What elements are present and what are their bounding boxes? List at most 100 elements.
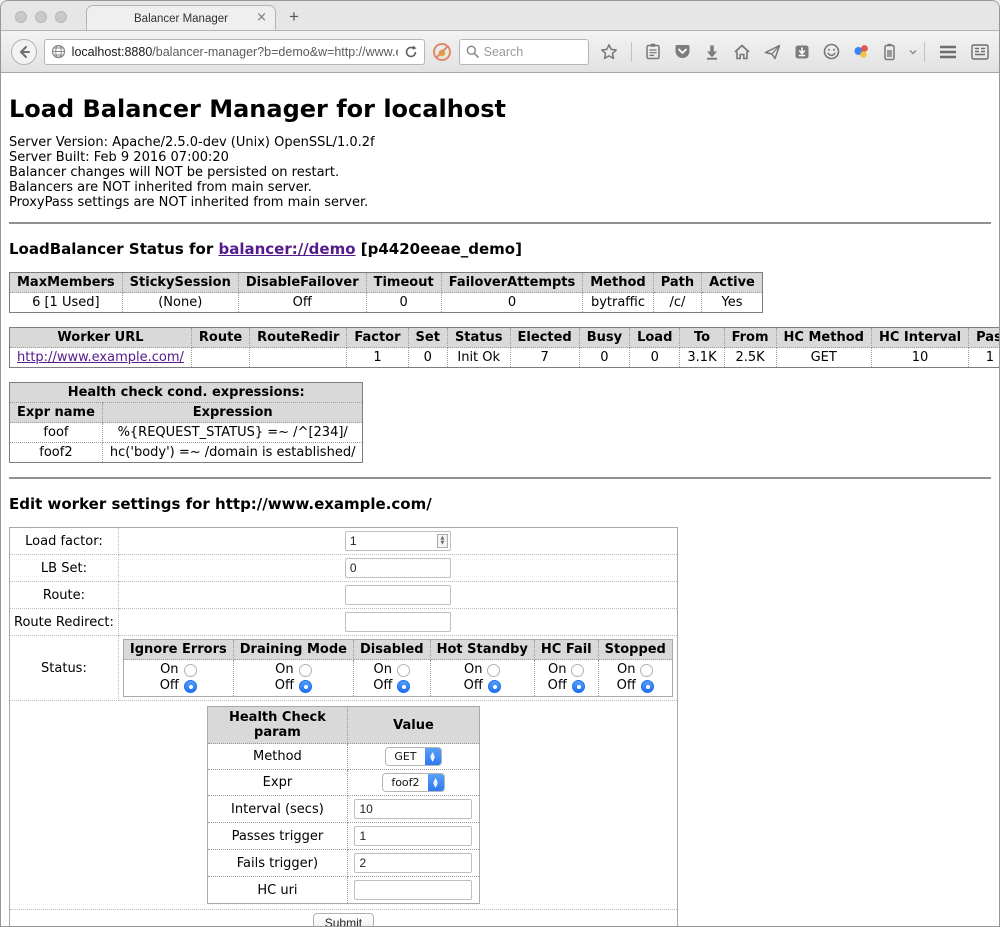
window-controls[interactable] xyxy=(15,11,67,23)
worker-url-link[interactable]: http://www.example.com/ xyxy=(17,350,184,365)
send-icon xyxy=(764,44,781,60)
pocket-button[interactable] xyxy=(674,44,691,60)
tiles-button[interactable] xyxy=(971,44,989,60)
stopped-off-radio[interactable] xyxy=(641,680,654,693)
column-header: DisableFailover xyxy=(238,273,366,293)
edit-worker-heading: Edit worker settings for http://www.exam… xyxy=(9,495,991,513)
page-content: Load Balancer Manager for localhost Serv… xyxy=(1,73,999,926)
column-header: Disabled xyxy=(353,640,430,660)
ignore-errors-off-radio[interactable] xyxy=(184,680,197,693)
hc-expressions-title: Health check cond. expressions: xyxy=(10,383,363,403)
ignore-errors-on-radio[interactable] xyxy=(184,664,197,677)
hc-expressions-table: Health check cond. expressions: Expr nam… xyxy=(9,382,363,463)
cell: 1 xyxy=(347,348,408,368)
route-redirect-input[interactable] xyxy=(345,612,451,632)
form-row-lb-set: LB Set: xyxy=(10,555,678,582)
share-button[interactable] xyxy=(764,44,781,60)
column-header: Hot Standby xyxy=(430,640,534,660)
feedback-button[interactable] xyxy=(823,43,840,60)
home-button[interactable] xyxy=(733,44,751,60)
hot-standby-off-radio[interactable] xyxy=(488,680,501,693)
back-button[interactable] xyxy=(11,39,37,65)
close-window-icon[interactable] xyxy=(15,11,27,23)
reload-icon xyxy=(404,45,418,59)
tab-close-icon[interactable]: × xyxy=(256,10,267,26)
reload-button[interactable] xyxy=(404,45,418,59)
table-row: foof %{REQUEST_STATUS} =~ /^[234]/ xyxy=(10,423,363,443)
url-bar[interactable]: localhost:8880/balancer-manager?b=demo&w… xyxy=(44,39,425,65)
menu-icon xyxy=(939,45,957,59)
save-panel-button[interactable] xyxy=(794,44,810,60)
column-header: Timeout xyxy=(366,273,441,293)
column-header: Set xyxy=(408,328,447,348)
addon-button[interactable] xyxy=(853,43,870,60)
battery-panel-button[interactable] xyxy=(883,43,896,61)
passes-trigger-label: Passes trigger xyxy=(207,823,347,850)
expr-select[interactable]: foof2▲▼ xyxy=(382,773,444,792)
hc-fail-on-radio[interactable] xyxy=(571,664,584,677)
table-row: Passes trigger xyxy=(207,823,479,850)
edit-worker-form: Load factor: ▲▼ LB Set: Route: Route Red… xyxy=(9,527,678,926)
worker-url-cell: http://www.example.com/ xyxy=(10,348,192,368)
hc-fail-off-radio[interactable] xyxy=(572,680,585,693)
number-stepper-icon[interactable]: ▲▼ xyxy=(437,534,448,548)
hc-uri-label: HC uri xyxy=(207,877,347,904)
minimize-window-icon[interactable] xyxy=(35,11,47,23)
interval-input[interactable] xyxy=(354,799,472,819)
fails-trigger-input[interactable] xyxy=(354,853,472,873)
cell: (None) xyxy=(122,293,238,313)
column-header: Health Check param xyxy=(207,707,347,744)
stopped-on-radio[interactable] xyxy=(640,664,653,677)
hc-uri-input[interactable] xyxy=(354,880,472,900)
disabled-off-radio[interactable] xyxy=(397,680,410,693)
select-arrows-icon: ▲▼ xyxy=(425,747,441,766)
column-header: Stopped xyxy=(598,640,672,660)
cell: 3.1K xyxy=(680,348,724,368)
form-row-route-redirect: Route Redirect: xyxy=(10,609,678,636)
toolbar-icons xyxy=(600,42,917,62)
tab-balancer-manager[interactable]: Balancer Manager × xyxy=(86,5,276,31)
column-header: Route xyxy=(191,328,249,348)
zoom-window-icon[interactable] xyxy=(55,11,67,23)
url-text[interactable]: localhost:8880/balancer-manager?b=demo&w… xyxy=(72,45,398,59)
proxypass-note-line: ProxyPass settings are NOT inherited fro… xyxy=(9,195,991,210)
cell xyxy=(191,348,249,368)
table-row: Method GET▲▼ xyxy=(207,744,479,770)
menu-button[interactable] xyxy=(939,45,957,59)
content-blocked-button[interactable] xyxy=(432,42,452,62)
column-header: To xyxy=(680,328,724,348)
hot-standby-on-radio[interactable] xyxy=(487,664,500,677)
reading-list-button[interactable] xyxy=(645,43,661,60)
passes-trigger-input[interactable] xyxy=(354,826,472,846)
bookmark-star-button[interactable] xyxy=(600,43,618,61)
disabled-on-radio[interactable] xyxy=(397,664,410,677)
column-header: Factor xyxy=(347,328,408,348)
column-header: Ignore Errors xyxy=(123,640,233,660)
downloads-button[interactable] xyxy=(704,44,720,60)
globe-icon xyxy=(51,44,66,59)
search-input[interactable] xyxy=(484,45,574,59)
battery-panel-icon xyxy=(883,43,896,61)
clipboard-icon xyxy=(645,43,661,60)
lb-set-input[interactable] xyxy=(345,558,451,578)
search-bar[interactable] xyxy=(459,39,589,65)
draining-mode-off-radio[interactable] xyxy=(299,680,312,693)
new-tab-button[interactable]: + xyxy=(289,9,299,25)
cell: 1 (0) xyxy=(969,348,999,368)
table-row: 6 [1 Used] (None) Off 0 0 bytraffic /c/ … xyxy=(10,293,763,313)
route-label: Route: xyxy=(10,582,119,609)
column-header: Draining Mode xyxy=(233,640,353,660)
balancer-demo-link[interactable]: balancer://demo xyxy=(218,240,355,258)
method-select[interactable]: GET▲▼ xyxy=(385,747,441,766)
interval-label: Interval (secs) xyxy=(207,796,347,823)
cell: 0 xyxy=(366,293,441,313)
dropdown-caret-icon[interactable] xyxy=(909,49,917,55)
draining-mode-on-radio[interactable] xyxy=(299,664,312,677)
submit-button[interactable]: Submit xyxy=(313,913,374,926)
column-header: Worker URL xyxy=(10,328,192,348)
load-factor-input[interactable] xyxy=(345,531,451,551)
server-version-line: Server Version: Apache/2.5.0-dev (Unix) … xyxy=(9,135,991,150)
toolbar-separator xyxy=(924,42,925,62)
route-input[interactable] xyxy=(345,585,451,605)
column-header: HC Interval xyxy=(871,328,968,348)
